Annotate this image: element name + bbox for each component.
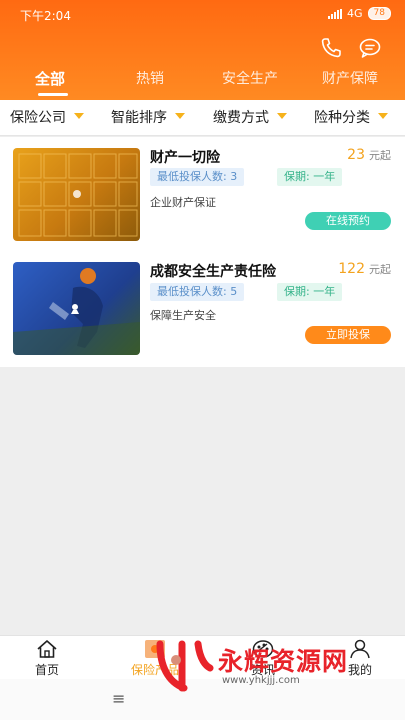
product-title: 财产一切险: [150, 150, 220, 166]
period-tag: 保期: 一年: [277, 283, 343, 301]
status-indicators: 4G 78: [328, 7, 391, 20]
watermark-url: www.yhkjjj.com: [222, 675, 300, 686]
watermark-text: 永辉资源网: [218, 647, 349, 676]
tab-property[interactable]: 财产保障: [322, 66, 378, 92]
status-time: 下午2:04: [20, 9, 71, 23]
caret-down-icon: [74, 113, 84, 119]
product-description: 保障生产安全: [150, 309, 216, 322]
home-icon: [37, 640, 57, 658]
category-tabs: 全部 热销 安全生产 财产保障: [0, 66, 405, 96]
active-tab-indicator: [38, 93, 68, 96]
tab-hot[interactable]: 热销: [136, 66, 164, 92]
caret-down-icon: [378, 113, 388, 119]
filter-company[interactable]: 保险公司: [10, 100, 84, 136]
filter-type[interactable]: 险种分类: [314, 100, 388, 136]
phone-icon[interactable]: [319, 36, 343, 60]
nav-home[interactable]: 首页: [12, 639, 82, 678]
price-unit: 元起: [369, 149, 391, 162]
watermark: 永辉资源网 www.yhkjjj.com: [150, 636, 405, 696]
book-online-button[interactable]: 在线预约: [305, 212, 391, 230]
product-description: 企业财产保证: [150, 196, 216, 209]
product-list: 财产一切险 23 元起 最低投保人数: 3 保期: 一年 企业财产保证 在线预约 …: [0, 137, 405, 367]
filter-payment[interactable]: 缴费方式: [213, 100, 287, 136]
product-title: 成都安全生产责任险: [150, 264, 276, 280]
product-card[interactable]: 成都安全生产责任险 122 元起 最低投保人数: 5 保期: 一年 保障生产安全 …: [0, 251, 405, 361]
product-image-lockers: [13, 148, 140, 241]
filter-bar: 保险公司 智能排序 缴费方式 险种分类: [0, 100, 405, 136]
filter-company-label: 保险公司: [10, 110, 66, 126]
tab-all[interactable]: 全部: [35, 66, 65, 92]
signal-icon: [328, 8, 343, 19]
min-insured-tag: 最低投保人数: 3: [150, 168, 245, 186]
watermark-logo-icon: [156, 640, 214, 692]
buy-now-button[interactable]: 立即投保: [305, 326, 391, 344]
caret-down-icon: [277, 113, 287, 119]
app-header: 下午2:04 4G 78 全部 热销 安全生产 财产保障: [0, 0, 405, 100]
status-bar: 下午2:04 4G 78: [0, 0, 405, 28]
period-tag: 保期: 一年: [277, 168, 343, 186]
filter-sort[interactable]: 智能排序: [111, 100, 185, 136]
battery-icon: 78: [367, 7, 391, 20]
product-price: 122 元起: [338, 261, 391, 277]
product-image-worker: [13, 262, 140, 355]
min-insured-tag: 最低投保人数: 5: [150, 283, 245, 301]
filter-sort-label: 智能排序: [111, 110, 167, 126]
menu-icon[interactable]: ≡: [112, 689, 125, 708]
price-unit: 元起: [369, 263, 391, 276]
product-price: 23 元起: [347, 147, 391, 163]
price-value: 122: [338, 261, 365, 277]
message-icon[interactable]: [358, 36, 382, 60]
tab-safety[interactable]: 安全生产: [222, 66, 278, 92]
filter-type-label: 险种分类: [314, 110, 370, 126]
caret-down-icon: [175, 113, 185, 119]
filter-payment-label: 缴费方式: [213, 110, 269, 126]
nav-home-label: 首页: [34, 663, 59, 677]
price-value: 23: [347, 147, 365, 163]
network-type: 4G: [347, 7, 363, 20]
product-card[interactable]: 财产一切险 23 元起 最低投保人数: 3 保期: 一年 企业财产保证 在线预约: [0, 137, 405, 247]
